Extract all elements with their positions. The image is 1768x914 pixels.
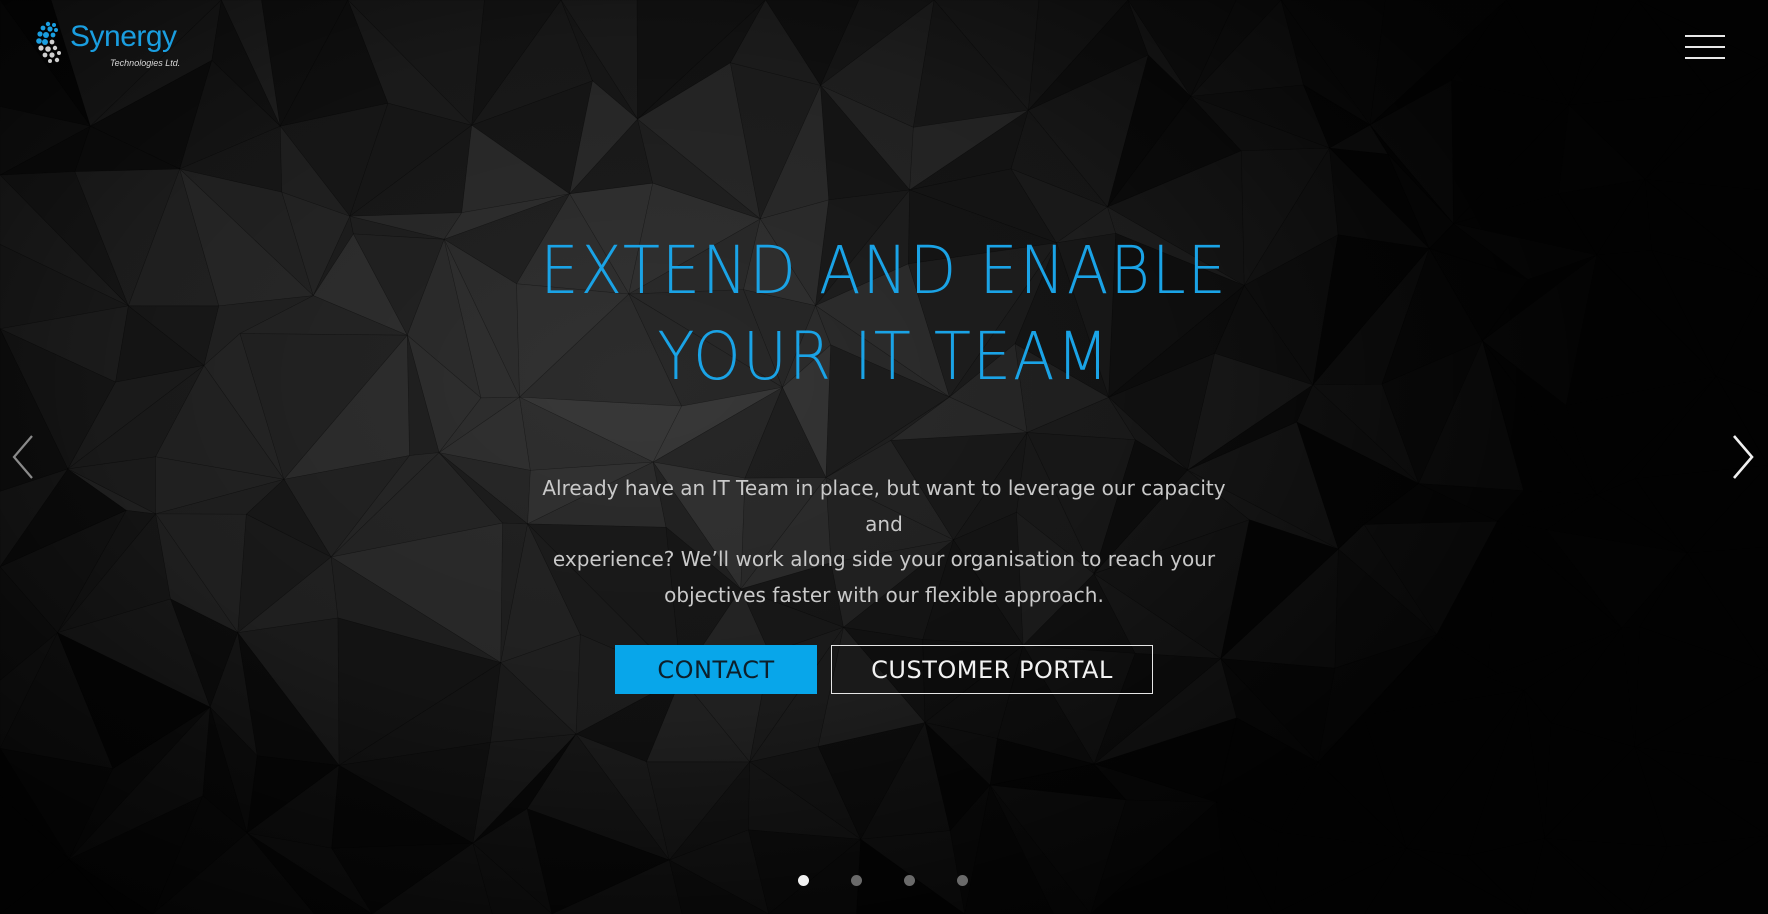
hero-description: Already have an IT Team in place, but wa… — [524, 471, 1244, 613]
contact-button[interactable]: CONTACT — [615, 645, 817, 694]
description-line-3: objectives faster with our flexible appr… — [664, 582, 1104, 607]
hamburger-menu-icon[interactable] — [1685, 33, 1727, 63]
chevron-right-icon[interactable] — [1728, 432, 1758, 482]
headline-line-1: EXTEND AND ENABLE — [540, 232, 1228, 309]
description-line-1: Already have an IT Team in place, but wa… — [542, 476, 1226, 536]
carousel-dot[interactable] — [798, 875, 809, 886]
low-poly-background — [0, 0, 1768, 914]
carousel-dot[interactable] — [957, 875, 968, 886]
chevron-left-icon[interactable] — [10, 432, 40, 482]
headline-line-2: YOUR IT TEAM — [657, 318, 1111, 395]
carousel-dot[interactable] — [904, 875, 915, 886]
site-logo[interactable]: Synergy Technologies Ltd. — [34, 18, 194, 74]
hero-slider: Synergy Technologies Ltd. EXTEND AND ENA… — [0, 0, 1768, 914]
description-line-2: experience? We’ll work along side your o… — [552, 547, 1216, 571]
customer-portal-button[interactable]: CUSTOMER PORTAL — [831, 645, 1153, 694]
carousel-pagination — [798, 875, 978, 887]
synergy-swirl-logo-icon — [36, 21, 61, 63]
logo-subtitle: Technologies Ltd. — [110, 58, 181, 68]
hero-headline: EXTEND AND ENABLE YOUR IT TEAM — [424, 228, 1344, 400]
logo-wordmark: Synergy — [70, 20, 177, 53]
carousel-dot[interactable] — [851, 875, 862, 886]
